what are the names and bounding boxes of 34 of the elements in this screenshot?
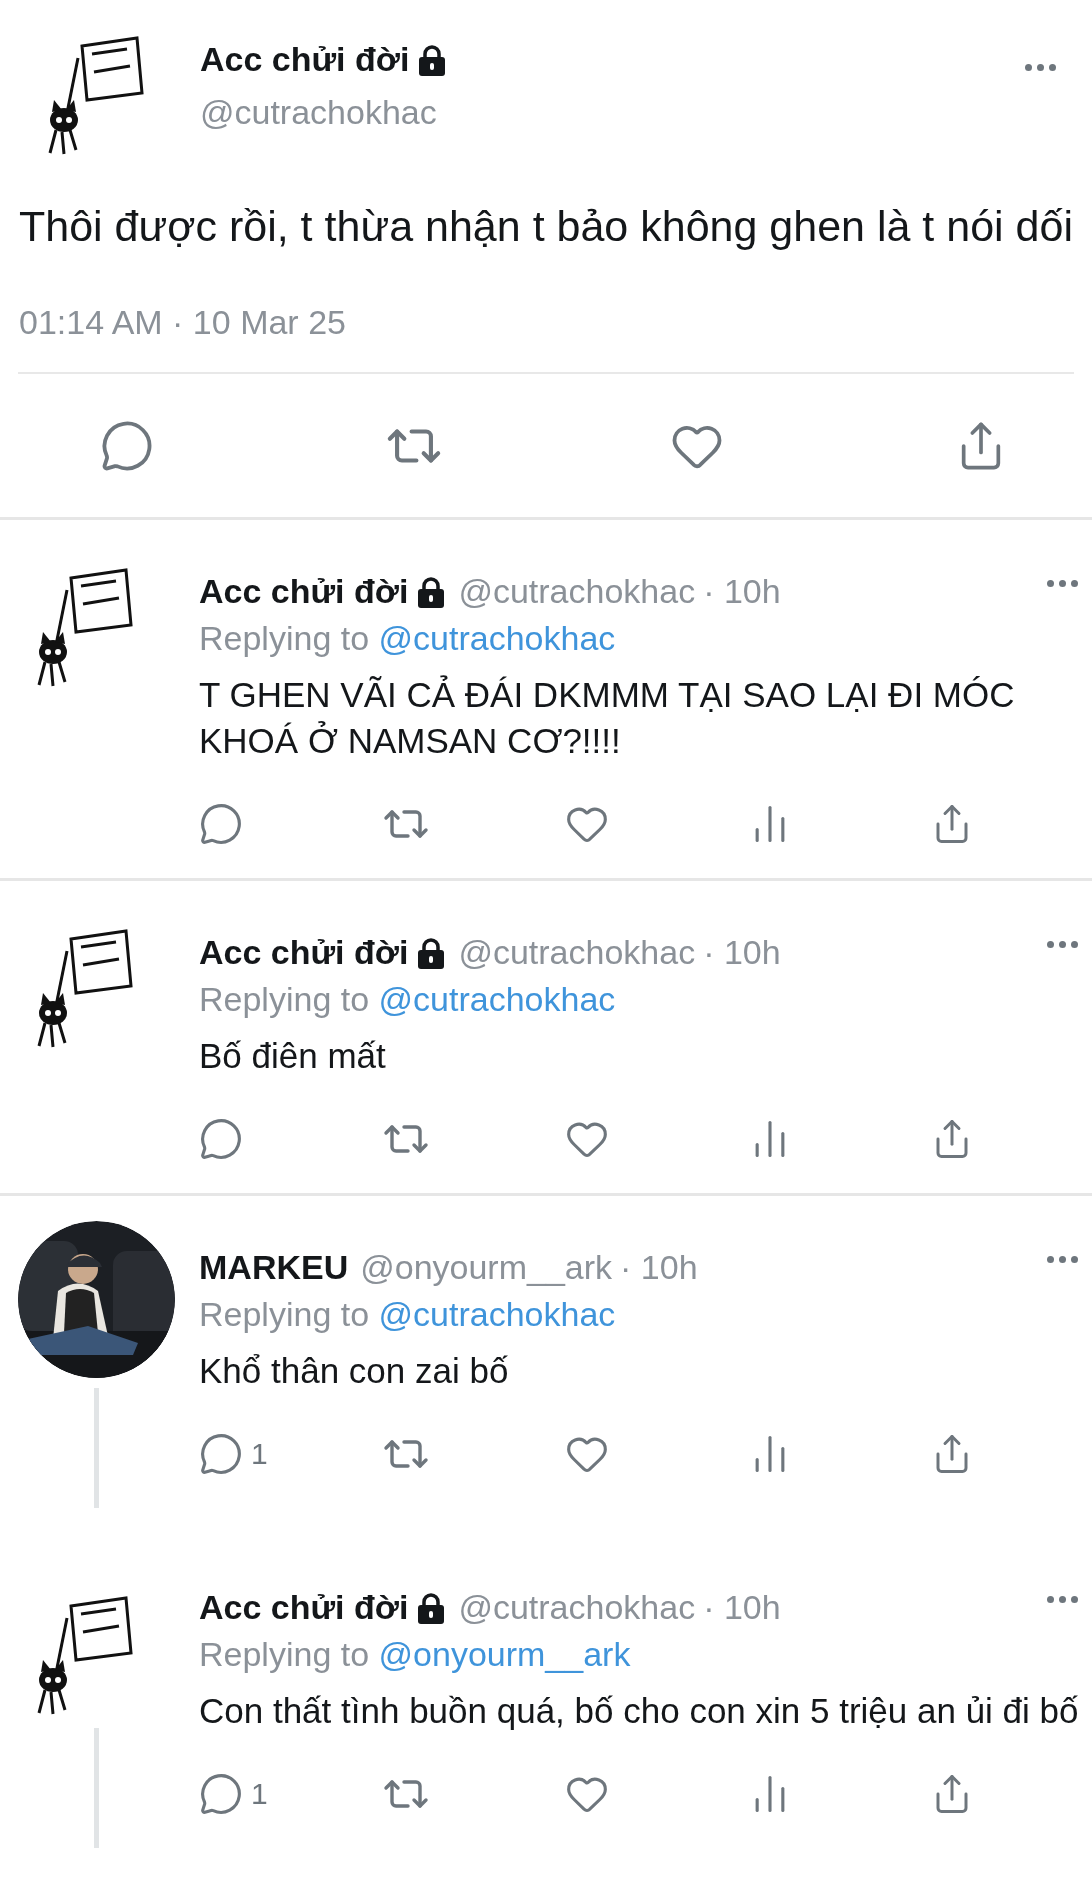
reply-button[interactable] [199,1117,243,1161]
author-name: Acc chửi đời [199,1588,409,1627]
author-name: Acc chửi đời [199,933,409,972]
lock-icon [416,936,447,969]
author-handle: @cutrachokhac [458,933,696,972]
reply-text: T GHEN VÃI CẢ ĐÁI DKMMM TẠI SAO LẠI ĐI MÓC KHOÁ Ở NAMSAN CƠ?!!!! [199,674,1016,762]
author-handle: @onyourm__ark [360,1248,613,1287]
reply-button[interactable] [199,802,243,846]
reply-time: · 10h [703,933,781,972]
replying-to-text: Replying to @onyourm__ark [199,1635,632,1674]
replying-to-text: Replying to @cutrachokhac [199,980,617,1019]
author-handle: @cutrachokhac [458,1588,696,1627]
reply-time: · 10h [703,1588,781,1627]
author-name: MARKEU [199,1248,349,1287]
reply-time: · 10h [620,1248,698,1287]
mention-link[interactable]: @cutrachokhac [378,980,616,1018]
lock-icon [417,43,448,76]
replying-to-text: Replying to @cutrachokhac [199,1295,617,1334]
reply-text: Con thất tình buồn quá, bố cho con xin 5 triệu an ủi đi bố [199,1690,1080,1732]
replying-to-text: Replying to @cutrachokhac [199,619,617,658]
reply-text: Khổ thân con zai bố [199,1350,510,1392]
tweet-text: Thôi được rồi, t thừa nhận t bảo không ghen là t nói dối [19,201,1074,252]
tweet-timestamp: 01:14 AM · 10 Mar 25 [19,303,347,342]
lock-icon [416,575,447,608]
author-name: Acc chửi đời [200,40,410,79]
author-handle: @cutrachokhac [200,93,438,132]
mention-link[interactable]: @onyourm__ark [378,1635,631,1673]
reply-time: · 10h [703,572,781,611]
lock-icon [416,1591,447,1624]
reply-text: Bố điên mất [199,1035,387,1077]
author-name: Acc chửi đời [199,572,409,611]
author-handle: @cutrachokhac [458,572,696,611]
mention-link[interactable]: @cutrachokhac [378,1295,616,1333]
mention-link[interactable]: @cutrachokhac [378,619,616,657]
